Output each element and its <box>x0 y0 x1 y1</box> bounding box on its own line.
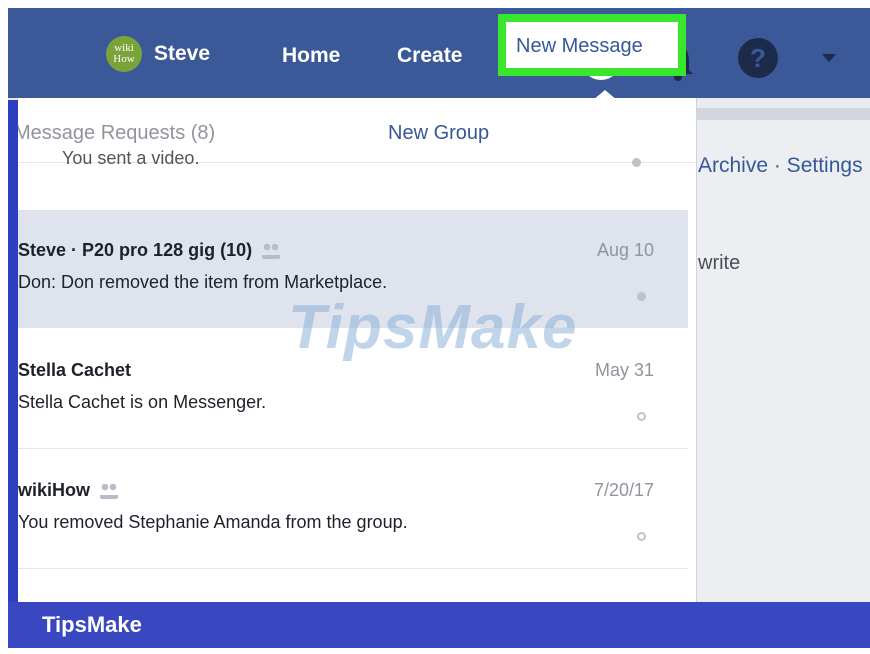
conversation-date: Aug 10 <box>596 240 654 260</box>
left-edge-bar <box>8 100 18 610</box>
cut-off-snippet: You sent a video. <box>62 148 200 168</box>
conversation-name: Steve · P20 pro 128 gig (10) <box>18 240 281 261</box>
mark-as-read-dot[interactable] <box>637 532 646 541</box>
conversation-name: wikiHow <box>18 480 119 501</box>
account-caret-down-icon[interactable] <box>822 54 836 62</box>
screenshot-frame: wiki How Steve Home Create ? Archive · S… <box>8 8 870 648</box>
new-message-box: New Message <box>506 22 678 68</box>
footer-brand: TipsMake <box>42 612 142 637</box>
archive-settings-links[interactable]: Archive · Settings <box>698 154 863 178</box>
conversation-snippet: Stella Cachet is on Messenger. <box>18 392 267 412</box>
read-status-dot <box>632 158 641 167</box>
conversation-name: Stella Cachet <box>18 360 132 380</box>
write-label: write <box>698 252 741 274</box>
list-item-cut-off[interactable]: You sent a video. <box>18 146 696 176</box>
profile-link[interactable]: wiki How Steve <box>106 34 210 74</box>
conversation-date: May 31 <box>594 360 654 380</box>
conversation-name-text: Steve · P20 pro 128 gig (10) <box>18 240 253 260</box>
conversation-row[interactable]: wikiHow You removed Stephanie Amanda fro… <box>18 450 688 569</box>
avatar: wiki How <box>106 36 142 72</box>
help-icon[interactable]: ? <box>738 38 778 78</box>
conversation-snippet: You removed Stephanie Amanda from the gr… <box>18 512 408 532</box>
messages-side-panel: Archive · Settings write <box>696 108 870 608</box>
watermark: TipsMake <box>288 293 578 362</box>
messenger-dropdown: Message Requests (8) New Group You sent … <box>18 98 697 648</box>
group-icon <box>100 483 119 499</box>
panel-header-strip <box>696 108 870 120</box>
new-group-link[interactable]: New Group <box>388 122 489 145</box>
home-link[interactable]: Home <box>282 44 340 68</box>
new-message-highlight: New Message <box>498 14 686 76</box>
create-link[interactable]: Create <box>397 44 462 68</box>
group-icon <box>262 243 281 259</box>
avatar-line-2: How <box>113 53 135 65</box>
mark-as-read-dot[interactable] <box>637 412 646 421</box>
conversation-snippet: Don: Don removed the item from Marketpla… <box>18 272 388 292</box>
read-status-dot <box>637 292 646 301</box>
message-requests-link[interactable]: Message Requests (8) <box>18 122 215 145</box>
footer-banner: TipsMake <box>8 602 870 648</box>
conversation-date: 7/20/17 <box>593 480 654 500</box>
conversation-name-text: wikiHow <box>18 480 91 500</box>
new-message-link[interactable]: New Message <box>516 35 643 58</box>
user-name: Steve <box>154 42 211 65</box>
top-navigation-bar: wiki How Steve Home Create ? <box>8 8 870 98</box>
